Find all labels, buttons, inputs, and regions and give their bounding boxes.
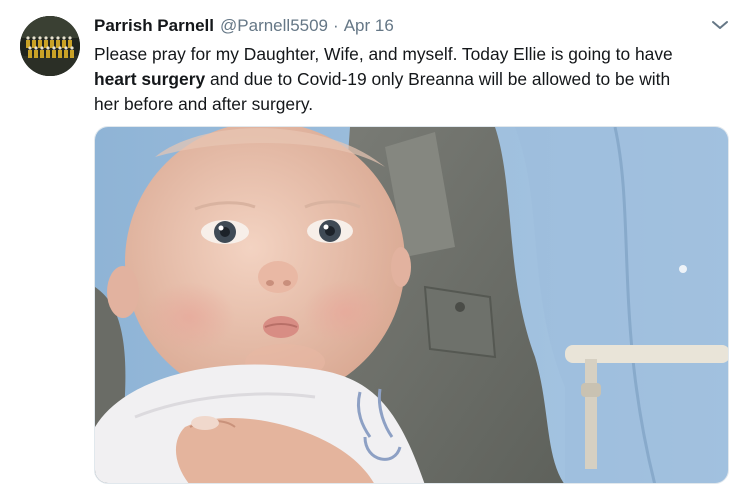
author-handle[interactable]: @Parnell5509 xyxy=(220,16,328,36)
tweet-text-line-1: Please pray for my Daughter, Wife, and m… xyxy=(94,44,673,64)
avatar[interactable] xyxy=(20,16,80,76)
tweet-menu-button[interactable] xyxy=(709,16,731,34)
tweet-text-bold: heart surgery xyxy=(94,69,206,89)
author-name[interactable]: Parrish Parnell xyxy=(94,16,214,36)
chevron-down-icon xyxy=(712,21,728,29)
team-photo-avatar-icon xyxy=(20,16,80,76)
tweet-date[interactable]: Apr 16 xyxy=(344,16,394,36)
baby-photo-image xyxy=(95,127,728,483)
tweet-photo[interactable] xyxy=(94,126,729,484)
tweet-card: Parrish Parnell @Parnell5509 · Apr 16 Pl… xyxy=(0,0,751,492)
separator-dot: · xyxy=(333,16,339,35)
tweet-text: Please pray for my Daughter, Wife, and m… xyxy=(94,42,734,117)
tweet-header: Parrish Parnell @Parnell5509 · Apr 16 xyxy=(94,16,394,40)
tweet-text-line-3: her before and after surgery. xyxy=(94,94,314,114)
tweet-text-line-2-rest: and due to Covid-19 only Breanna will be… xyxy=(205,69,671,89)
tweet-text-line-2: heart surgery and due to Covid-19 only B… xyxy=(94,67,734,92)
